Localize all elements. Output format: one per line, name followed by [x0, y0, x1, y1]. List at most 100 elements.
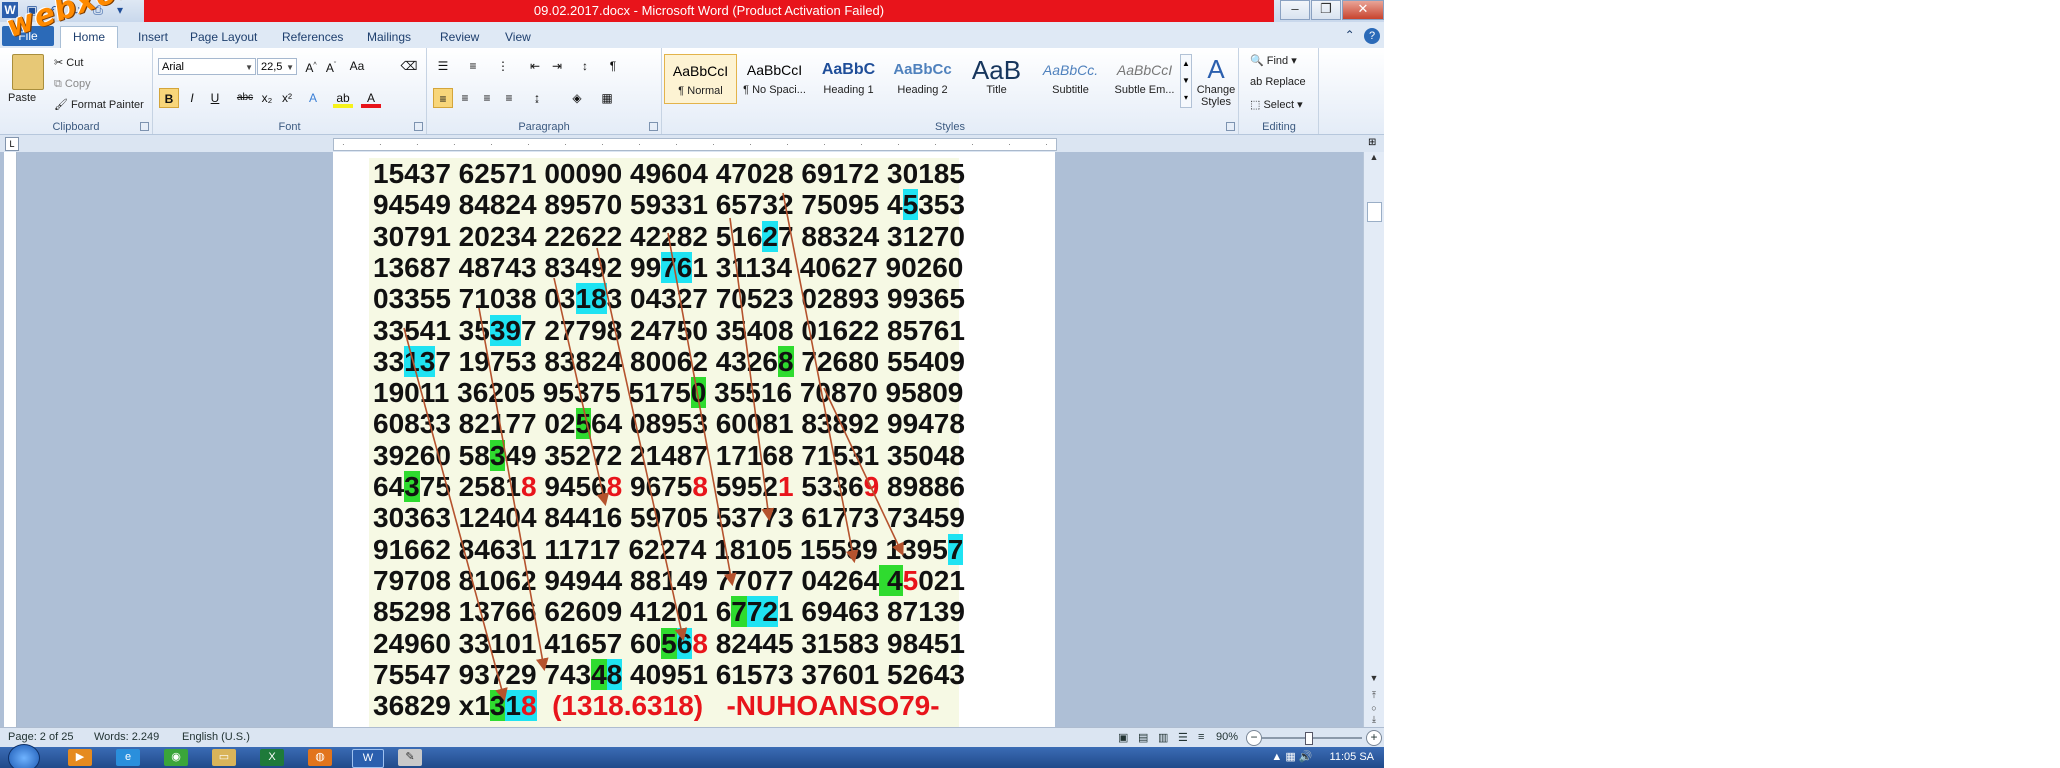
- web-layout-icon[interactable]: ▥: [1158, 731, 1168, 744]
- tab-home[interactable]: Home: [60, 26, 119, 49]
- language-indicator[interactable]: English (U.S.): [182, 731, 250, 743]
- next-page-icon[interactable]: ⤓: [1364, 714, 1384, 725]
- arrow-line: [596, 247, 688, 642]
- style-title[interactable]: AaB Title: [960, 54, 1033, 104]
- borders-icon[interactable]: ▦: [597, 88, 617, 108]
- firefox-icon[interactable]: ◍: [308, 749, 332, 766]
- chrome-icon[interactable]: ◉: [164, 749, 188, 766]
- sort-icon[interactable]: ↕: [575, 56, 595, 76]
- copy-button[interactable]: ⧉ Copy: [54, 78, 91, 91]
- highlight-color-icon[interactable]: ab: [333, 88, 353, 108]
- volume-icon[interactable]: 🔊: [1299, 751, 1313, 763]
- media-player-icon[interactable]: ▶: [68, 749, 92, 766]
- bold-button[interactable]: B: [159, 88, 179, 108]
- text-effects-icon[interactable]: A: [303, 88, 323, 108]
- show-marks-icon[interactable]: ¶: [603, 56, 623, 76]
- show-hidden-icons-icon[interactable]: ▲: [1271, 751, 1282, 763]
- numbering-icon[interactable]: ≡: [463, 56, 483, 76]
- cut-button[interactable]: ✂ Cut: [54, 56, 83, 69]
- style-heading-1[interactable]: AaBbC Heading 1: [812, 54, 885, 104]
- style-gallery-scroll[interactable]: ▲ ▼ ▾: [1180, 54, 1192, 108]
- font-size-combo[interactable]: 22,5 ▼: [257, 58, 297, 75]
- align-center-icon[interactable]: ≡: [455, 88, 475, 108]
- zoom-in-button[interactable]: +: [1366, 730, 1382, 746]
- network-icon[interactable]: ▦: [1285, 751, 1295, 763]
- change-styles-button[interactable]: A Change Styles: [1196, 54, 1236, 108]
- scroll-down-icon[interactable]: ▼: [1364, 673, 1384, 683]
- browse-object-icon[interactable]: ○: [1364, 703, 1384, 713]
- close-button[interactable]: ✕: [1342, 0, 1384, 20]
- underline-button[interactable]: U: [205, 88, 225, 108]
- minimize-ribbon-icon[interactable]: ⌃: [1345, 28, 1355, 42]
- subscript-button[interactable]: x₂: [257, 88, 277, 108]
- word-taskbar-icon[interactable]: W: [352, 749, 384, 768]
- increase-indent-icon[interactable]: ⇥: [547, 56, 567, 76]
- style-normal[interactable]: AaBbCcI ¶ Normal: [664, 54, 737, 104]
- tab-mailings[interactable]: Mailings: [367, 27, 411, 47]
- font-name-combo[interactable]: Arial ▼: [158, 58, 256, 75]
- minimize-button[interactable]: –: [1280, 0, 1310, 20]
- justify-icon[interactable]: ≡: [499, 88, 519, 108]
- clear-formatting-icon[interactable]: ⌫: [399, 56, 419, 76]
- document-page[interactable]: 15437 62571 00090 49604 47028 69172 3018…: [333, 152, 1055, 727]
- shading-icon[interactable]: ◈: [567, 88, 587, 108]
- find-button[interactable]: 🔍 Find ▾: [1250, 54, 1297, 67]
- zoom-level[interactable]: 90%: [1216, 731, 1238, 743]
- superscript-button[interactable]: x²: [277, 88, 297, 108]
- word-count[interactable]: Words: 2.249: [94, 731, 159, 743]
- zoom-slider-thumb[interactable]: [1305, 732, 1313, 745]
- bullets-icon[interactable]: ☰: [433, 56, 453, 76]
- font-launcher[interactable]: [414, 122, 423, 131]
- explorer-icon[interactable]: ▭: [212, 749, 236, 766]
- decrease-indent-icon[interactable]: ⇤: [525, 56, 545, 76]
- vertical-ruler[interactable]: [4, 152, 17, 727]
- font-color-icon[interactable]: A: [361, 88, 381, 108]
- line-spacing-icon[interactable]: ↨: [527, 88, 547, 108]
- grow-font-icon[interactable]: A^: [301, 56, 321, 76]
- draft-icon[interactable]: ≡: [1198, 731, 1204, 743]
- paint-icon[interactable]: ✎: [398, 749, 422, 766]
- style-subtitle[interactable]: AaBbCc. Subtitle: [1034, 54, 1107, 104]
- scroll-thumb[interactable]: [1367, 202, 1382, 222]
- align-left-icon[interactable]: ≡: [433, 88, 453, 108]
- style-subtle-emphasis[interactable]: AaBbCcI Subtle Em...: [1108, 54, 1181, 104]
- horizontal-ruler[interactable]: · · · · · · · · · · · · · · · · · · · ·: [333, 138, 1057, 151]
- styles-launcher[interactable]: [1226, 122, 1235, 131]
- page-count[interactable]: Page: 2 of 25: [8, 731, 73, 743]
- paste-button[interactable]: Paste: [8, 92, 36, 104]
- previous-page-icon[interactable]: ⤒: [1364, 690, 1384, 701]
- vertical-scrollbar[interactable]: ▲ ▼ ⤒ ○ ⤓: [1363, 152, 1384, 727]
- strikethrough-button[interactable]: abc: [235, 88, 255, 108]
- paste-icon[interactable]: [12, 54, 44, 90]
- restore-button[interactable]: ❐: [1311, 0, 1341, 20]
- replace-button[interactable]: ab Replace: [1250, 76, 1306, 88]
- clock[interactable]: 11:05 SA: [1330, 751, 1374, 763]
- align-right-icon[interactable]: ≡: [477, 88, 497, 108]
- format-painter-button[interactable]: 🖌 Format Painter: [54, 98, 144, 111]
- style-heading-2[interactable]: AaBbCc Heading 2: [886, 54, 959, 104]
- tab-references[interactable]: References: [282, 27, 343, 47]
- start-button[interactable]: [8, 744, 40, 768]
- style-no-spacing[interactable]: AaBbCcI ¶ No Spaci...: [738, 54, 811, 104]
- view-ruler-icon[interactable]: ⊞: [1368, 137, 1380, 149]
- internet-explorer-icon[interactable]: e: [116, 749, 140, 766]
- tab-review[interactable]: Review: [440, 27, 479, 47]
- multilevel-list-icon[interactable]: ⋮: [493, 56, 513, 76]
- select-button[interactable]: ⬚ Select ▾: [1250, 98, 1303, 111]
- change-case-icon[interactable]: Aa: [347, 56, 367, 76]
- clipboard-launcher[interactable]: [140, 122, 149, 131]
- tab-selector-icon[interactable]: L: [5, 137, 19, 151]
- full-screen-reading-icon[interactable]: ▤: [1138, 731, 1148, 744]
- tab-view[interactable]: View: [505, 27, 531, 47]
- zoom-out-button[interactable]: −: [1246, 730, 1262, 746]
- help-icon[interactable]: ?: [1364, 28, 1380, 44]
- tab-insert[interactable]: Insert: [138, 27, 168, 47]
- tab-page-layout[interactable]: Page Layout: [190, 27, 257, 47]
- italic-button[interactable]: I: [182, 88, 202, 108]
- outline-icon[interactable]: ☰: [1178, 731, 1188, 744]
- paragraph-launcher[interactable]: [649, 122, 658, 131]
- shrink-font-icon[interactable]: Aˇ: [321, 56, 341, 76]
- print-layout-icon[interactable]: ▣: [1118, 731, 1128, 744]
- scroll-up-icon[interactable]: ▲: [1364, 152, 1384, 162]
- excel-icon[interactable]: X: [260, 749, 284, 766]
